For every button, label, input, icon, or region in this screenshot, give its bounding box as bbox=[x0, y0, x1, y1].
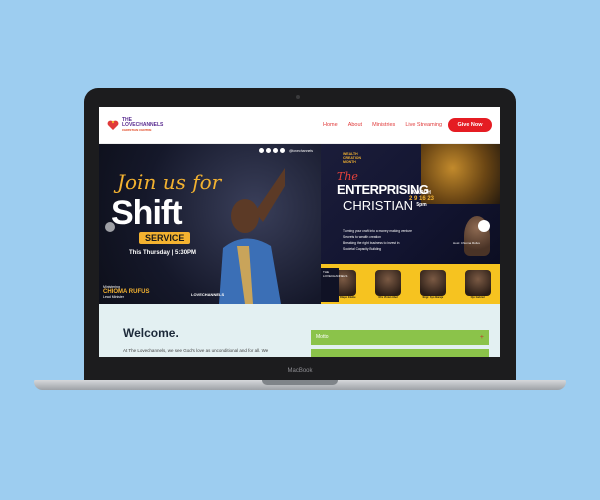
minister-role: Lead Minister bbox=[103, 295, 125, 299]
nav-home[interactable]: Home bbox=[323, 122, 338, 128]
speaker-photo bbox=[419, 269, 446, 296]
accordion-motto[interactable]: Motto + bbox=[311, 330, 489, 345]
instagram-icon bbox=[273, 148, 278, 153]
service-label: SERVICE bbox=[139, 232, 191, 244]
speaker-photo bbox=[375, 269, 402, 296]
host-label: Host: Chioma Rufus bbox=[453, 241, 480, 245]
heart-logo-icon bbox=[107, 120, 119, 130]
banner-brand: LOVECHANNELS bbox=[191, 292, 225, 297]
event-time: 5pm bbox=[416, 202, 427, 208]
site-logo[interactable]: THE LOVECHANNELS CHRISTIAN CENTRE bbox=[107, 118, 163, 133]
nav-live-streaming[interactable]: Live Streaming bbox=[405, 122, 442, 128]
speakers-strip: Pastor Olapo Elaine Mrs Vivian Abel Engr… bbox=[321, 264, 500, 304]
speaker-name: Ojo Gabriel bbox=[470, 295, 485, 299]
speaker-name: Engr. Ayo Baraje bbox=[422, 295, 444, 299]
site-header: THE LOVECHANNELS CHRISTIAN CENTRE Home A… bbox=[99, 107, 500, 144]
laptop-notch bbox=[262, 380, 338, 385]
accordion-label: Motto bbox=[316, 334, 329, 340]
shift-service-banner[interactable]: Join us for Shift SERVICE This Thursday … bbox=[99, 144, 321, 304]
banner-tag: THE LOVECHANNELS bbox=[321, 268, 348, 302]
speaker-card: Ojo Gabriel bbox=[463, 269, 493, 299]
speaker-card: Engr. Ayo Baraje bbox=[418, 269, 448, 299]
banner-tag-text: THE LOVECHANNELS bbox=[323, 270, 348, 278]
social-handle: @lovechannels bbox=[289, 148, 313, 153]
enterprising-christian-banner[interactable]: WEALTH CREATION MONTH The ENTERPRISING C… bbox=[321, 144, 500, 304]
topic-list: Turning your craft into a money making v… bbox=[343, 228, 412, 252]
webcam bbox=[296, 95, 300, 99]
plus-icon[interactable]: + bbox=[480, 330, 484, 345]
main-nav: Home About Ministries Live Streaming bbox=[323, 122, 442, 128]
twitter-icon bbox=[280, 148, 285, 153]
shift-heading: Shift bbox=[111, 194, 183, 232]
topic-item: Societal Capacity Building bbox=[343, 247, 382, 251]
social-icons: @lovechannels bbox=[259, 148, 313, 153]
welcome-section: Welcome. At The Lovechannels, we see God… bbox=[99, 304, 500, 357]
speaker-card: Mrs Vivian Abel bbox=[373, 269, 403, 299]
nav-about[interactable]: About bbox=[348, 122, 362, 128]
give-now-button[interactable]: Give Now bbox=[448, 118, 492, 132]
service-time: This Thursday | 5:30PM bbox=[129, 250, 197, 256]
join-us-heading: Join us for bbox=[117, 170, 222, 194]
speaker-name: Mrs Vivian Abel bbox=[378, 295, 398, 299]
accordion-item[interactable] bbox=[311, 349, 489, 357]
event-date-block: MARCH 2 9 16 23 5pm bbox=[409, 190, 434, 208]
logo-tagline: CHRISTIAN CENTRE bbox=[122, 128, 152, 132]
nav-ministries[interactable]: Ministries bbox=[372, 122, 395, 128]
welcome-heading: Welcome. bbox=[123, 326, 179, 340]
speaker-photo bbox=[464, 269, 491, 296]
series-label: WEALTH CREATION MONTH bbox=[343, 152, 361, 164]
welcome-text: At The Lovechannels, we see God's love a… bbox=[123, 348, 269, 353]
logo-text: THE LOVECHANNELS CHRISTIAN CENTRE bbox=[122, 118, 163, 133]
worship-leader-photo bbox=[219, 168, 285, 304]
facebook-icon bbox=[259, 148, 264, 153]
slider-next-icon[interactable] bbox=[478, 220, 490, 232]
laptop-model-label: MacBook bbox=[287, 368, 313, 374]
youtube-icon bbox=[266, 148, 271, 153]
christian-heading: CHRISTIAN bbox=[343, 198, 414, 213]
minister-block: Ministering CHIOMA RUFUS Lead Minister bbox=[103, 285, 149, 299]
laptop-screen: THE LOVECHANNELS CHRISTIAN CENTRE Home A… bbox=[99, 107, 500, 357]
series-line3: MONTH bbox=[343, 160, 356, 164]
